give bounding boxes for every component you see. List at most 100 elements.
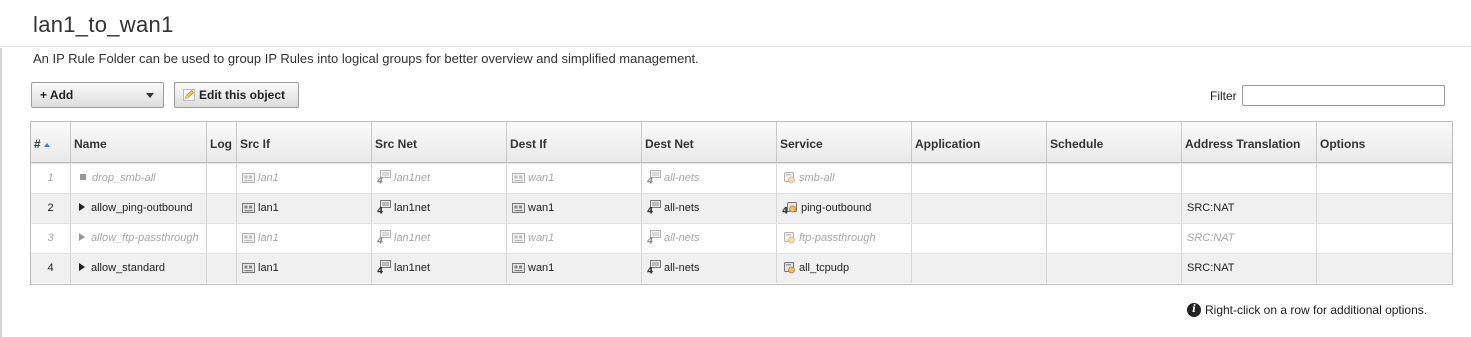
name-text: allow_ping-outbound (91, 202, 193, 214)
interface-icon (242, 233, 255, 243)
column-header-application[interactable]: Application (912, 122, 1047, 162)
cell-address-translation: SRC:NAT (1182, 224, 1317, 253)
dest-if-text: wan1 (528, 262, 555, 274)
cell-options (1317, 164, 1452, 193)
ipv4-network-icon: 4 (647, 200, 661, 214)
cell-schedule (1047, 194, 1182, 223)
cell-service: smb-all (777, 164, 912, 193)
src-if-text: lan1 (258, 172, 279, 184)
table-row[interactable]: 2 allow_ping-outbound lan1 4 lan1net wan1 4 all… (31, 193, 1452, 223)
filter-label: Filter (1210, 89, 1237, 103)
svg-text:4: 4 (647, 207, 653, 215)
ipv4-network-icon: 4 (647, 170, 661, 184)
column-header-service[interactable]: Service (777, 122, 912, 162)
src-if-text: lan1 (258, 232, 279, 244)
cell-num: 3 (31, 224, 71, 253)
cell-application (912, 254, 1047, 283)
service-text: ping-outbound (801, 202, 872, 214)
service-text: all_tcpudp (799, 262, 850, 274)
add-button-label: + Add (40, 88, 74, 102)
dest-if-text: wan1 (528, 232, 555, 244)
table-row[interactable]: 4 allow_standard lan1 4 lan1net wan1 4 all-nets… (31, 253, 1452, 283)
cell-dest-net: 4 all-nets (642, 254, 777, 283)
cell-dest-if: wan1 (507, 224, 642, 253)
cell-num: 2 (31, 194, 71, 223)
cell-dest-if: wan1 (507, 194, 642, 223)
rule-action-allow-icon (79, 233, 85, 241)
svg-text:4: 4 (377, 207, 383, 215)
cell-application (912, 194, 1047, 223)
address-translation-text: SRC:NAT (1187, 202, 1235, 214)
column-header-number[interactable]: # (31, 122, 71, 162)
rule-action-allow-icon (79, 203, 85, 211)
ip-rules-table: # Name Log Src If Src Net Dest If Dest N… (30, 121, 1453, 285)
address-translation-text: SRC:NAT (1187, 232, 1235, 244)
edit-object-button[interactable]: Edit this object (174, 82, 299, 108)
cell-src-net: 4 lan1net (372, 254, 507, 283)
svg-text:4: 4 (377, 177, 383, 185)
cell-src-if: lan1 (237, 254, 372, 283)
table-header: # Name Log Src If Src Net Dest If Dest N… (31, 122, 1452, 163)
cell-dest-net: 4 all-nets (642, 194, 777, 223)
interface-icon (512, 233, 525, 243)
column-header-dest-if[interactable]: Dest If (507, 122, 642, 162)
column-header-log[interactable]: Log (207, 122, 237, 162)
left-edge-bar (0, 48, 2, 337)
service-text: smb-all (799, 172, 835, 184)
name-text: allow_standard (91, 262, 165, 274)
filter-input[interactable] (1242, 85, 1445, 106)
right-click-hint-text: Right-click on a row for additional opti… (1205, 303, 1428, 317)
rule-action-drop-icon (80, 174, 86, 180)
src-if-text: lan1 (258, 262, 279, 274)
dest-net-text: all-nets (664, 172, 700, 184)
service-icon: 4 (782, 202, 797, 214)
svg-text:4: 4 (377, 237, 383, 245)
cell-address-translation: SRC:NAT (1182, 194, 1317, 223)
service-icon (784, 232, 795, 244)
right-click-hint: i Right-click on a row for additional op… (1187, 303, 1427, 317)
table-row[interactable]: 3 allow_ftp-passthrough lan1 4 lan1net wan1 4 a… (31, 223, 1452, 253)
cell-num: 4 (31, 254, 71, 283)
service-text: ftp-passthrough (799, 232, 876, 244)
cell-schedule (1047, 224, 1182, 253)
cell-address-translation: SRC:NAT (1182, 254, 1317, 283)
column-header-src-if[interactable]: Src If (237, 122, 372, 162)
ipv4-network-icon: 4 (647, 230, 661, 244)
add-button[interactable]: + Add (31, 82, 164, 108)
column-header-address-translation[interactable]: Address Translation (1182, 122, 1317, 162)
title-divider (0, 46, 1471, 47)
src-if-text: lan1 (258, 202, 279, 214)
cell-name: allow_standard (71, 254, 207, 283)
svg-text:4: 4 (647, 237, 653, 245)
interface-icon (242, 173, 255, 183)
cell-options (1317, 254, 1452, 283)
column-header-src-net[interactable]: Src Net (372, 122, 507, 162)
num-text: 4 (47, 262, 54, 274)
num-text: 2 (47, 202, 54, 214)
rule-action-allow-icon (79, 263, 85, 271)
column-header-dest-net[interactable]: Dest Net (642, 122, 777, 162)
table-row[interactable]: 1 drop_smb-all lan1 4 lan1net wan1 4 all-nets sm… (31, 163, 1452, 193)
cell-service: 4 ping-outbound (777, 194, 912, 223)
dest-net-text: all-nets (664, 232, 700, 244)
cell-num: 1 (31, 164, 71, 193)
cell-dest-if: wan1 (507, 254, 642, 283)
num-text: 1 (47, 172, 54, 184)
num-text: 3 (47, 232, 54, 244)
cell-src-net: 4 lan1net (372, 224, 507, 253)
column-header-options[interactable]: Options (1317, 122, 1452, 162)
cell-src-if: lan1 (237, 164, 372, 193)
cell-log (207, 224, 237, 253)
cell-dest-if: wan1 (507, 164, 642, 193)
column-header-schedule[interactable]: Schedule (1047, 122, 1182, 162)
cell-name: drop_smb-all (71, 164, 207, 193)
src-net-text: lan1net (394, 172, 431, 184)
cell-src-net: 4 lan1net (372, 194, 507, 223)
column-header-name[interactable]: Name (71, 122, 207, 162)
cell-options (1317, 194, 1452, 223)
service-icon (784, 262, 795, 274)
edit-object-label: Edit this object (199, 88, 286, 102)
dest-net-text: all-nets (664, 262, 700, 274)
src-net-text: lan1net (394, 202, 431, 214)
cell-service: all_tcpudp (777, 254, 912, 283)
